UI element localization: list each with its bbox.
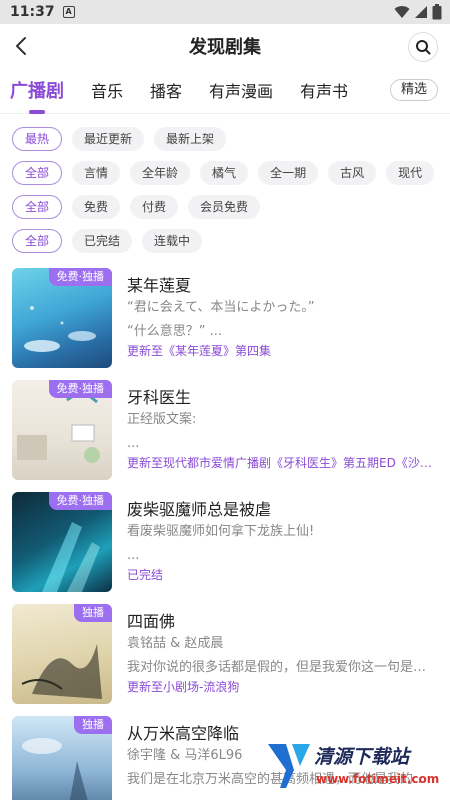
filter-chip[interactable]: 全年龄 [130,161,191,185]
category-tabs: 广播剧 音乐 播客 有声漫画 有声书 精选 [0,68,450,112]
site-watermark: 清源下载站 www.fotimeit.com [266,738,440,798]
drama-list: 免费·独播 某年莲夏 “君に会えて、本当によかった。” “什么意思？” ... … [0,258,450,800]
list-item[interactable]: 独播 四面佛 袁铭喆 & 赵成晨 我对你说的很多话都是假的，但是我爱你这一句是真… [12,604,438,716]
item-desc: 袁铭喆 & 赵成晨 [127,636,224,651]
item-desc: 看废柴驱魔师如何拿下龙族上仙! [127,524,315,539]
filter-chip[interactable]: 最热 [12,127,63,151]
item-update: 已完结 [127,568,164,582]
list-item[interactable]: 免费·独播 牙科医生 正经版文案: ... 更新至现代都市爱情广播剧《牙科医生》… [12,380,438,492]
item-info: 废柴驱魔师总是被虐 看废柴驱魔师如何拿下龙族上仙! ... [127,492,438,604]
filter-chip[interactable]: 已完结 [72,229,133,253]
exclusive-badge: 独播 [74,716,112,734]
search-icon [416,40,431,55]
item-desc: 正经版文案: [127,412,197,427]
back-arrow-icon[interactable] [10,34,34,58]
item-desc: “什么意思？” ... [127,324,222,339]
filter-panel: 最热 最近更新 最新上架 全部 言情 全年龄 橘气 全一期 古风 现代 民国 全… [0,114,450,258]
exclusive-badge: 免费·独播 [48,492,112,510]
status-bar: 11:37 A [0,0,450,24]
battery-icon [432,4,442,20]
exclusive-badge: 独播 [74,604,112,622]
item-desc: “君に会えて、本当によかった。” [127,300,315,315]
item-update: 更新至现代都市爱情广播剧《牙科医生》第五期ED《沙砾... [127,456,438,470]
featured-select-button[interactable]: 精选 [389,79,438,101]
item-info: 某年莲夏 “君に会えて、本当によかった。” “什么意思？” ... [127,268,438,380]
tab-music[interactable]: 音乐 [91,78,123,102]
cover-image: 免费·独播 [12,380,112,480]
list-item[interactable]: 免费·独播 废柴驱魔师总是被虐 看废柴驱魔师如何拿下龙族上仙! ... 已完结 [12,492,438,604]
filter-chip[interactable]: 全一期 [258,161,319,185]
filter-row-genre: 全部 言情 全年龄 橘气 全一期 古风 现代 民国 [12,156,438,190]
cover-image: 免费·独播 [12,492,112,592]
item-title: 某年莲夏 [127,276,192,295]
status-time: 11:37 [10,4,55,20]
item-title: 废柴驱魔师总是被虐 [127,500,272,519]
filter-chip[interactable]: 言情 [72,161,121,185]
filter-chip[interactable]: 全部 [12,161,63,185]
filter-chip[interactable]: 最新上架 [154,127,227,151]
page-title: 发现剧集 [189,37,261,58]
search-button[interactable] [408,32,438,62]
item-update: 更新至《某年莲夏》第四集 [127,344,272,358]
item-desc: ... [127,436,140,451]
watermark-logo-icon [268,744,310,788]
cover-image: 独播 [12,716,112,800]
item-desc: ... [127,548,140,563]
watermark-url: www.fotimeit.com [316,772,440,786]
item-update: 更新至小剧场-流浪狗 [127,680,240,694]
filter-row-sort: 最热 最近更新 最新上架 [12,122,438,156]
filter-chip[interactable]: 现代 [386,161,435,185]
tab-radio-drama[interactable]: 广播剧 [10,77,64,103]
item-info: 四面佛 袁铭喆 & 赵成晨 我对你说的很多话都是假的，但是我爱你这一句是真... [127,604,438,716]
filter-chip[interactable]: 最近更新 [72,127,145,151]
tab-audiobook[interactable]: 有声书 [300,78,348,102]
item-desc: 我对你说的很多话都是假的，但是我爱你这一句是真... [127,660,438,675]
item-info: 牙科医生 正经版文案: ... [127,380,438,492]
sim-icon: A [62,6,75,18]
list-item[interactable]: 免费·独播 某年莲夏 “君に会えて、本当によかった。” “什么意思？” ... … [12,268,438,380]
filter-chip[interactable]: 免费 [72,195,121,219]
filter-chip[interactable]: 橘气 [200,161,249,185]
tab-audio-comic[interactable]: 有声漫画 [209,78,273,102]
filter-chip[interactable]: 全部 [12,195,63,219]
page-header: 发现剧集 [0,24,450,68]
filter-chip[interactable]: 连载中 [142,229,203,253]
item-title: 牙科医生 [127,388,192,407]
filter-chip[interactable]: 全部 [12,229,63,253]
filter-chip[interactable]: 会员免费 [188,195,261,219]
watermark-text: 清源下载站 [314,746,410,768]
filter-chip[interactable]: 古风 [328,161,377,185]
filter-chip[interactable]: 付费 [130,195,179,219]
filter-row-price: 全部 免费 付费 会员免费 [12,190,438,224]
filter-row-status: 全部 已完结 连载中 [12,224,438,258]
wifi-icon [394,6,410,19]
item-title: 四面佛 [127,612,176,631]
exclusive-badge: 免费·独播 [48,268,112,286]
exclusive-badge: 免费·独播 [48,380,112,398]
tab-podcast[interactable]: 播客 [150,78,182,102]
signal-icon [415,6,427,18]
cover-image: 独播 [12,604,112,704]
cover-image: 免费·独播 [12,268,112,368]
